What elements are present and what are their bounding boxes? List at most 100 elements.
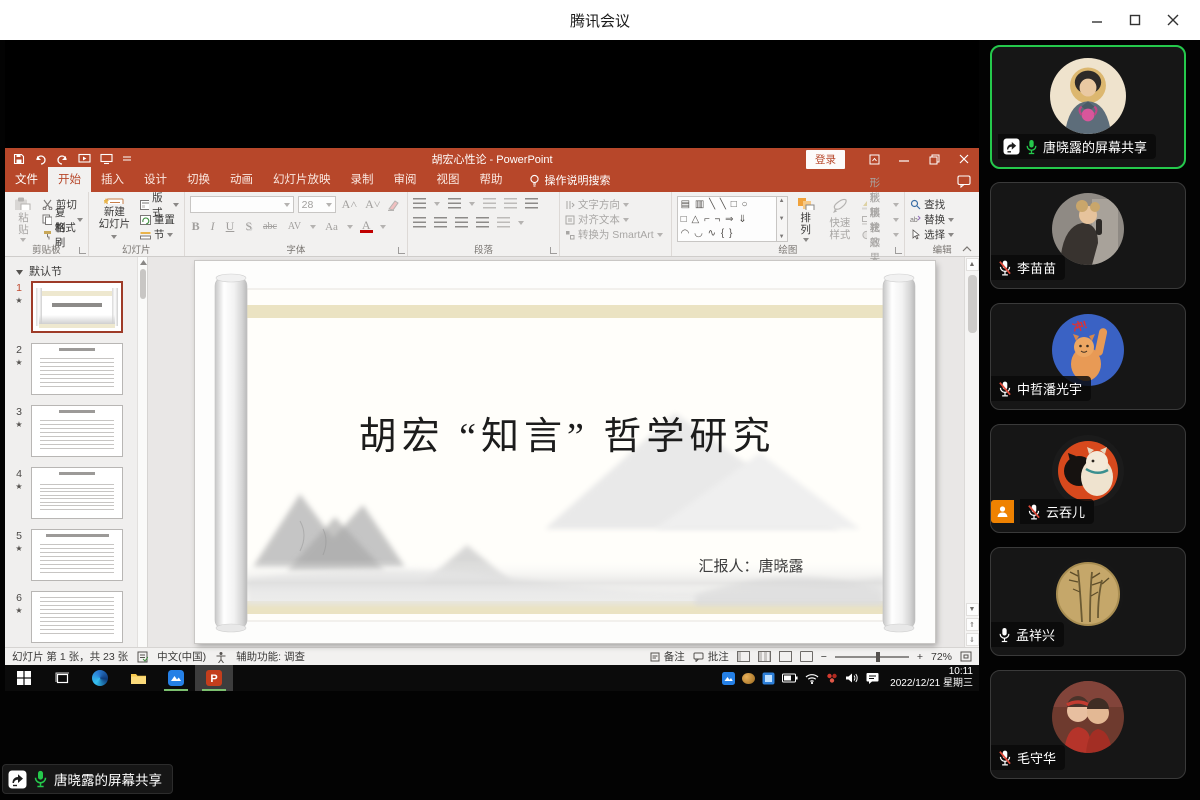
tab-slideshow[interactable]: 幻灯片放映	[263, 167, 341, 192]
previous-slide-button[interactable]: ⇑	[966, 618, 979, 631]
spellcheck-icon[interactable]	[137, 651, 148, 663]
slideshow-icon[interactable]	[78, 153, 91, 165]
select-button[interactable]: 选择	[910, 227, 954, 242]
tray-app-icon[interactable]	[742, 673, 755, 684]
slideshow-view-button[interactable]	[800, 651, 813, 662]
participant-tile-sharer[interactable]: 唐晓露的屏幕共享	[990, 45, 1186, 169]
powerpoint-taskbar-icon[interactable]: P	[195, 665, 233, 691]
accessibility-status[interactable]: 辅助功能: 调查	[236, 649, 305, 664]
participant-tile[interactable]: 李苗苗	[990, 182, 1186, 289]
redo-icon[interactable]	[57, 153, 69, 165]
participant-tile[interactable]: 云吞儿	[990, 424, 1186, 533]
monitor-icon[interactable]	[100, 153, 113, 165]
line-spacing-button[interactable]	[525, 198, 538, 209]
tray-doc-icon[interactable]	[762, 672, 775, 685]
zoom-out-button[interactable]: −	[821, 651, 827, 663]
justify-button[interactable]	[476, 217, 489, 228]
shape-gallery-scroll[interactable]: ▲▼▼	[777, 196, 788, 242]
layout-button[interactable]: 版式	[140, 197, 179, 212]
numbering-button[interactable]	[448, 198, 461, 209]
ribbon-display-options-button[interactable]	[859, 148, 889, 170]
participant-tile[interactable]: 孟祥兴	[990, 547, 1186, 656]
language-status[interactable]: 中文(中国)	[157, 649, 206, 664]
find-button[interactable]: 查找	[910, 197, 954, 212]
tab-animations[interactable]: 动画	[220, 167, 263, 192]
strikethrough-button[interactable]: abc	[261, 221, 279, 232]
slide-scrollbar[interactable]: ▲ ▼ ⇑ ⇓	[964, 257, 979, 647]
fit-slide-icon[interactable]	[960, 651, 972, 662]
scroll-up-icon[interactable]	[138, 257, 148, 267]
font-color-button[interactable]: A	[360, 220, 373, 234]
underline-button[interactable]: U	[224, 219, 237, 234]
arrange-button[interactable]: 排列	[793, 196, 819, 243]
ppt-minimize-button[interactable]	[889, 148, 919, 170]
scrollbar-thumb[interactable]	[968, 275, 977, 333]
clipboard-dialog-launcher[interactable]	[79, 247, 86, 254]
zoom-level[interactable]: 72%	[931, 651, 952, 663]
tell-me-search[interactable]: 操作说明搜索	[529, 172, 611, 192]
decrease-indent-button[interactable]	[483, 198, 496, 209]
comments-toggle[interactable]: 批注	[693, 649, 729, 664]
maximize-button[interactable]	[1116, 0, 1154, 40]
tab-help[interactable]: 帮助	[470, 167, 513, 192]
slide-thumbnail-6[interactable]	[31, 591, 123, 643]
tab-home[interactable]: 开始	[48, 167, 91, 192]
align-center-button[interactable]	[434, 217, 447, 228]
character-spacing-button[interactable]: AV	[286, 221, 303, 232]
font-size-combo[interactable]: 28	[298, 196, 336, 213]
paragraph-dialog-launcher[interactable]	[550, 247, 557, 254]
change-case-button[interactable]: Aa	[323, 221, 340, 233]
save-icon[interactable]	[13, 153, 25, 165]
battery-icon[interactable]	[782, 673, 798, 683]
reading-view-button[interactable]	[779, 651, 792, 662]
reset-button[interactable]: 重置	[140, 212, 179, 227]
shape-effects-button[interactable]: 形状效果	[861, 227, 899, 242]
comments-button[interactable]	[957, 175, 971, 188]
ppt-restore-button[interactable]	[919, 148, 949, 170]
font-name-combo[interactable]	[190, 196, 294, 213]
screen-share-banner[interactable]: 唐晓露的屏幕共享	[2, 764, 173, 794]
shape-gallery[interactable]: ▤ ▥ ╲ ╲ □ ○ □ △ ⌐ ¬ ⇒ ⇓ ◠ ◡ ∿ { } ▲▼▼	[677, 196, 788, 243]
bullets-button[interactable]	[413, 198, 426, 209]
scroll-up-button[interactable]: ▲	[966, 258, 979, 271]
align-right-button[interactable]	[455, 217, 468, 228]
tab-insert[interactable]: 插入	[91, 167, 134, 192]
shrink-font-button[interactable]: A˅	[363, 197, 382, 212]
task-view-button[interactable]	[43, 665, 81, 691]
quick-styles-button[interactable]: 快速样式	[824, 196, 857, 243]
slide-thumbnail-2[interactable]	[31, 343, 123, 395]
zoom-slider-thumb[interactable]	[876, 652, 880, 662]
file-explorer-icon[interactable]	[119, 665, 157, 691]
tab-file[interactable]: 文件	[5, 167, 48, 192]
current-slide[interactable]: 胡宏 “知言” 哲学研究 汇报人：唐晓露	[195, 261, 935, 643]
zoom-slider[interactable]	[835, 656, 909, 658]
tab-design[interactable]: 设计	[134, 167, 177, 192]
security-tray-icon[interactable]	[826, 672, 838, 684]
new-slide-button[interactable]: 新建幻灯片	[94, 196, 135, 243]
slide-thumbnail-1[interactable]	[31, 281, 123, 333]
text-direction-button[interactable]: 文字方向	[565, 197, 663, 212]
tray-meeting-icon[interactable]	[722, 672, 735, 685]
minimize-button[interactable]	[1078, 0, 1116, 40]
section-header[interactable]: 默认节	[5, 257, 147, 283]
undo-icon[interactable]	[34, 153, 48, 165]
increase-indent-button[interactable]	[504, 198, 517, 209]
tab-transitions[interactable]: 切换	[177, 167, 220, 192]
format-painter-button[interactable]: 格式刷	[42, 227, 83, 242]
taskbar-clock[interactable]: 10:11 2022/12/21 星期三	[890, 666, 973, 691]
align-text-button[interactable]: 对齐文本	[565, 212, 663, 227]
volume-icon[interactable]	[845, 672, 859, 684]
slide-thumbnail-3[interactable]	[31, 405, 123, 457]
ppt-close-button[interactable]	[949, 148, 979, 170]
replace-button[interactable]: ab 替换	[910, 212, 954, 227]
close-button[interactable]	[1154, 0, 1192, 40]
tab-review[interactable]: 审阅	[384, 167, 427, 192]
wifi-icon[interactable]	[805, 673, 819, 684]
slide-thumbnail-5[interactable]	[31, 529, 123, 581]
tab-view[interactable]: 视图	[427, 167, 470, 192]
notes-toggle[interactable]: 备注	[650, 649, 685, 664]
collapse-ribbon-icon[interactable]	[961, 245, 973, 253]
columns-button[interactable]	[497, 217, 510, 228]
zoom-in-button[interactable]: +	[917, 651, 923, 663]
grow-font-button[interactable]: A˄	[340, 197, 359, 212]
